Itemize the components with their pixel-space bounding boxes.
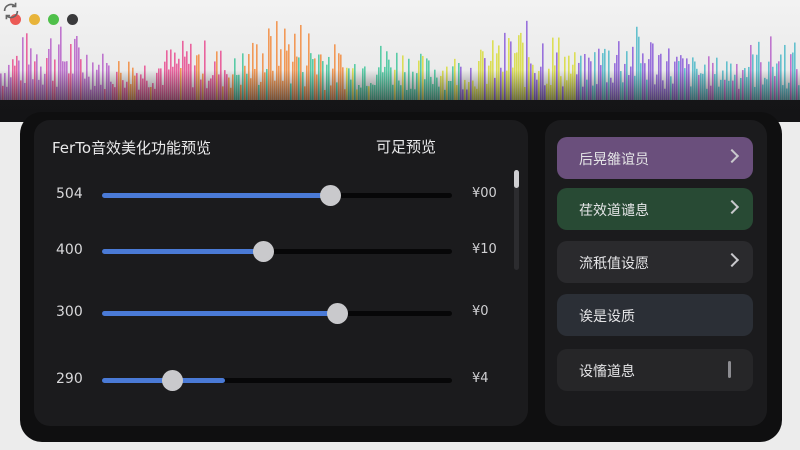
- menu-item[interactable]: 荏效道谴息: [557, 188, 753, 230]
- slider-knob[interactable]: [253, 241, 274, 262]
- slider-knob[interactable]: [162, 370, 183, 391]
- slider-label: 400: [56, 242, 83, 258]
- slider-row: 290 ¥4: [34, 365, 528, 395]
- preview-button[interactable]: 可足预览: [376, 136, 436, 157]
- slider-knob[interactable]: [319, 185, 341, 206]
- slider-track[interactable]: [102, 185, 452, 206]
- settings-menu-panel: 后晃雒谊员 荏效道谴息 流秖值设愿 诶是设质 设慉道息: [545, 120, 767, 426]
- menu-item-label: 荏效道谴息: [579, 203, 649, 219]
- audio-enhance-panel: FerTo音效美化功能预览 可足预览 504 ¥00 400 ¥10 300 ¥…: [34, 120, 528, 426]
- app-window: FerTo音效美化功能预览 可足预览 504 ¥00 400 ¥10 300 ¥…: [0, 0, 800, 450]
- menu-item[interactable]: 诶是设质: [557, 294, 753, 336]
- inactive-window-button: [67, 14, 78, 25]
- slider-fill: [102, 193, 330, 198]
- slider-row: 400 ¥10: [34, 236, 528, 266]
- info-icon: [728, 361, 731, 378]
- slider-track[interactable]: [102, 241, 452, 262]
- slider-fill: [102, 249, 263, 254]
- slider-label: 504: [56, 186, 83, 202]
- slider-label: 300: [56, 304, 83, 320]
- panel-title: FerTo音效美化功能预览: [52, 139, 211, 157]
- slider-row: 300 ¥0: [34, 298, 528, 328]
- slider-value: ¥4: [472, 371, 489, 386]
- slider-value: ¥10: [472, 242, 497, 257]
- chevron-right-icon: [724, 199, 740, 215]
- sync-icon[interactable]: [0, 0, 22, 22]
- chevron-right-icon: [724, 148, 740, 164]
- slider-row: 504 ¥00: [34, 180, 528, 210]
- menu-item[interactable]: 后晃雒谊员: [557, 137, 753, 179]
- menu-item[interactable]: 设慉道息: [557, 349, 753, 391]
- menu-item-label: 设慉道息: [579, 364, 635, 380]
- slider-track[interactable]: [102, 303, 452, 324]
- slider-knob[interactable]: [326, 303, 348, 324]
- zoom-window-button[interactable]: [48, 14, 59, 25]
- slider-track[interactable]: [102, 370, 452, 391]
- slider-label: 290: [56, 371, 83, 387]
- waveform-header: [0, 0, 800, 122]
- chevron-right-icon: [724, 252, 740, 268]
- minimize-window-button[interactable]: [29, 14, 40, 25]
- slider-value: ¥00: [472, 186, 497, 201]
- menu-item-label: 后晃雒谊员: [579, 152, 649, 168]
- slider-value: ¥0: [472, 304, 489, 319]
- menu-item-label: 诶是设质: [579, 309, 635, 325]
- menu-item-label: 流秖值设愿: [579, 256, 649, 272]
- slider-fill: [102, 311, 337, 316]
- menu-item[interactable]: 流秖值设愿: [557, 241, 753, 283]
